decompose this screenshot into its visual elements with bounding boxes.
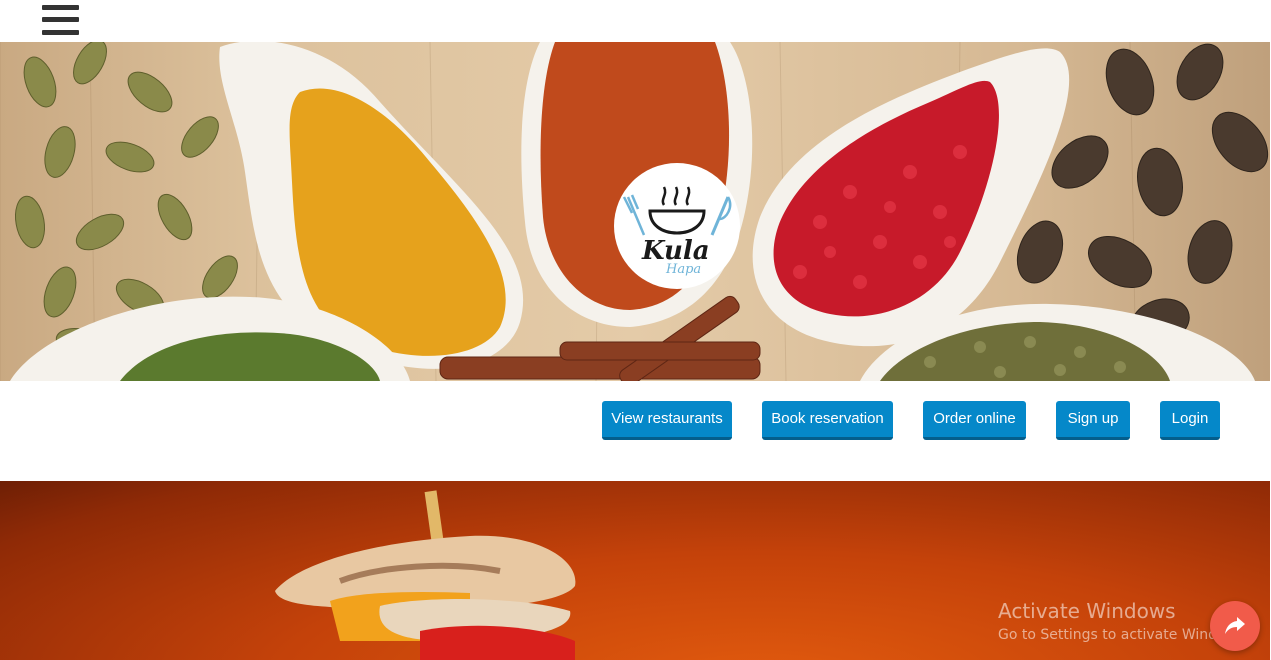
top-bar (0, 0, 1271, 42)
menu-bar (42, 30, 79, 35)
logo-mark: Kula Hapa (622, 186, 732, 277)
kula-hapa-logo[interactable]: Kula Hapa (614, 163, 740, 289)
action-nav: View restaurants Book reservation Order … (0, 381, 1271, 481)
logo-text-hapa: Hapa (665, 262, 701, 277)
book-reservation-button[interactable]: Book reservation (762, 401, 893, 440)
hero-banner-image: Kula Hapa (0, 42, 1270, 381)
hamburger-menu-icon[interactable] (42, 4, 80, 38)
share-button[interactable] (1210, 601, 1260, 651)
menu-bar (42, 5, 79, 10)
login-button[interactable]: Login (1160, 401, 1220, 440)
order-online-button[interactable]: Order online (923, 401, 1026, 440)
share-arrow-icon (1225, 617, 1245, 634)
menu-bar (42, 17, 79, 22)
view-restaurants-button[interactable]: View restaurants (602, 401, 732, 440)
sign-up-button[interactable]: Sign up (1056, 401, 1130, 440)
